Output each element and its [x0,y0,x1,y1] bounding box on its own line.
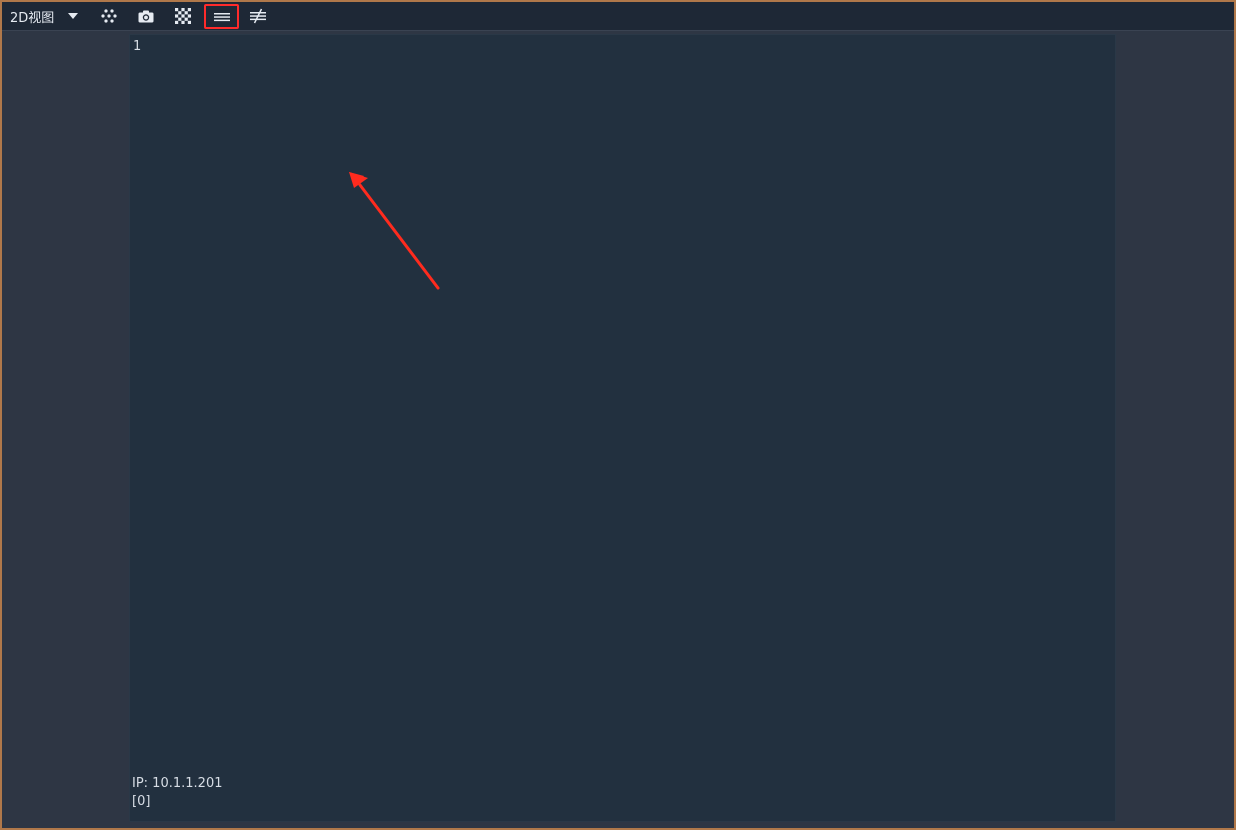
camera-icon [138,10,154,22]
view-mode-label: 2D视图 [10,10,55,26]
app-window: 2D视图 1 IP: 10.1.1.201 [0] [0,0,1236,830]
toolbar: 2D视图 [2,2,1234,31]
chevron-down-icon [68,13,79,19]
checkerboard-icon [175,8,191,24]
dots-grid-button[interactable] [94,5,124,27]
lines-icon [213,12,230,21]
mosaic-button[interactable] [168,5,198,27]
snapshot-button[interactable] [131,5,161,27]
view-mode-dropdown[interactable]: 2D视图 [10,7,79,26]
status-label: [0] [132,794,151,809]
channel-number: 1 [133,39,142,54]
lines-button[interactable] [204,4,239,29]
video-viewport[interactable]: 1 IP: 10.1.1.201 [0] [129,34,1116,822]
not-equal-lines-icon [250,8,266,24]
ip-label: IP: 10.1.1.201 [132,776,223,791]
not-equal-lines-button[interactable] [243,5,273,27]
dots-grid-icon [101,9,117,23]
